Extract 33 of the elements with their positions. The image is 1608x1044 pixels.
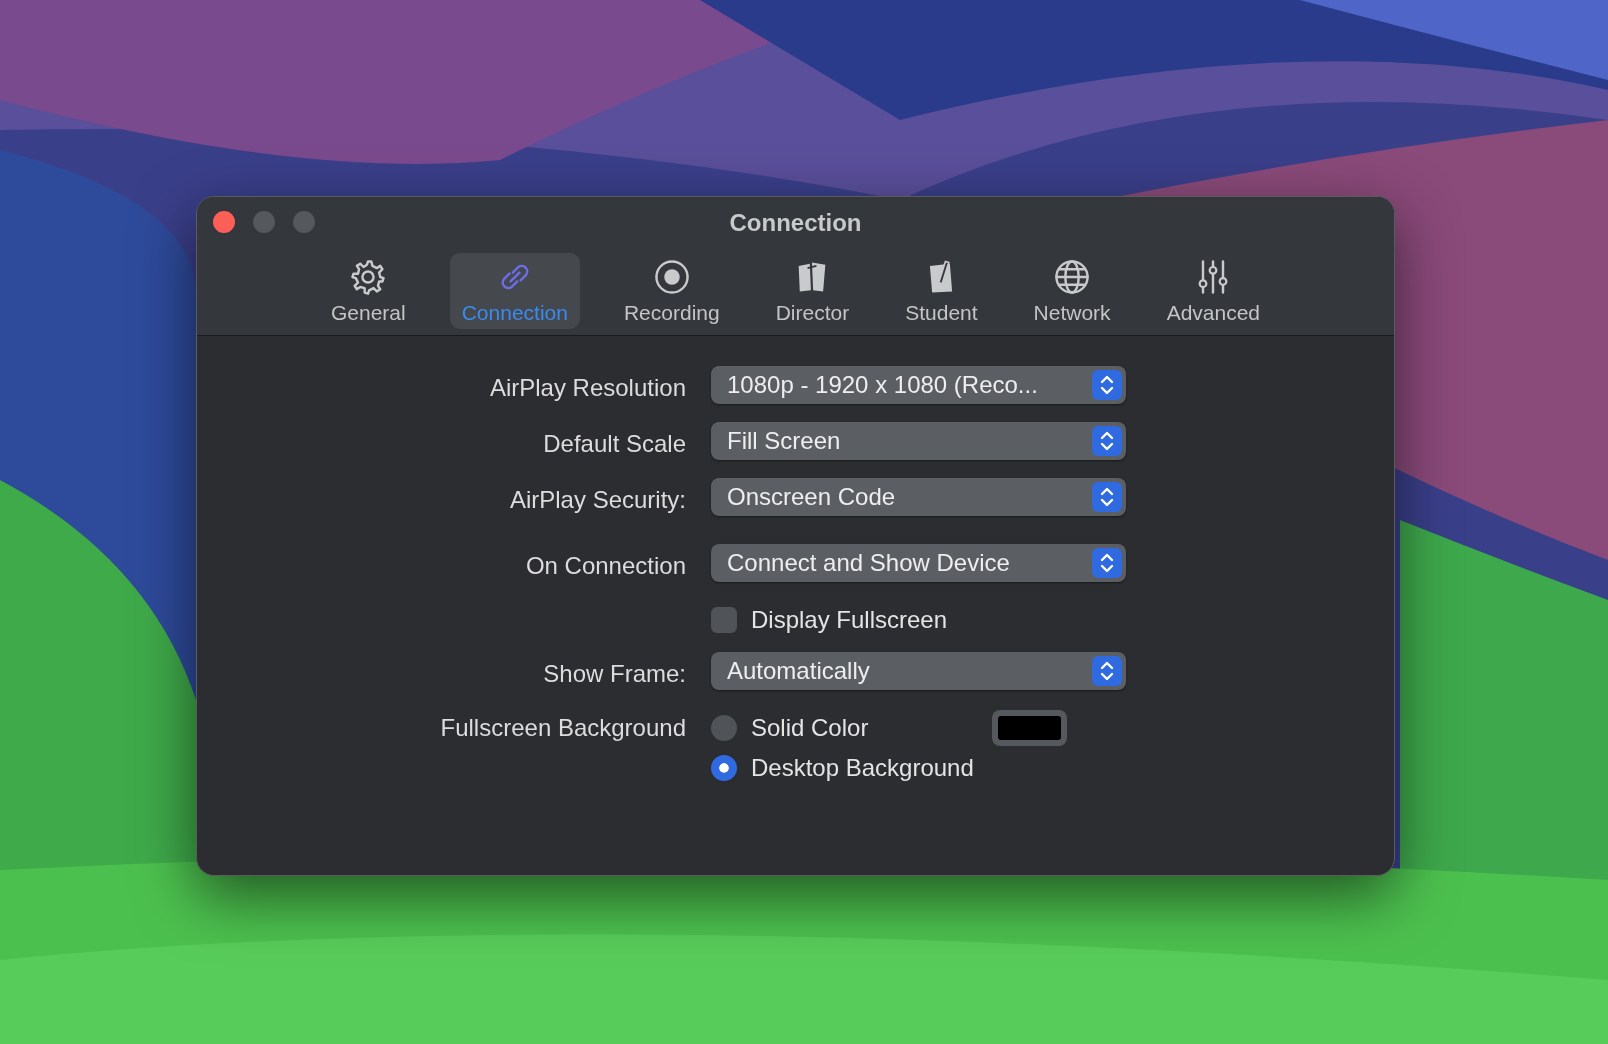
popup-button[interactable]: Automatically (711, 652, 1126, 690)
stepper-icon (1092, 482, 1122, 512)
field-label: AirPlay Security: (509, 486, 686, 514)
window-title: Connection (729, 209, 862, 237)
radio-button[interactable] (711, 715, 737, 741)
popup-button[interactable]: Fill Screen (711, 422, 1126, 460)
field-label: On Connection (525, 552, 686, 580)
toolbar-tab[interactable]: Director (763, 253, 862, 329)
field-label: Default Scale (543, 430, 686, 458)
popup-button[interactable]: Onscreen Code (711, 478, 1126, 516)
toolbar-tab[interactable]: General (318, 253, 418, 329)
stepper-icon (1092, 370, 1122, 400)
popup-button[interactable]: Connect and Show Device (711, 544, 1126, 582)
field-label: AirPlay Resolution (489, 374, 686, 402)
close-button[interactable] (213, 211, 235, 233)
field-label: Fullscreen Background (440, 714, 686, 742)
toolbar-tab[interactable]: Recording (611, 253, 732, 329)
toolbar-tab[interactable]: Network (1021, 253, 1123, 329)
zoom-button[interactable] (293, 211, 315, 233)
field-label: Show Frame: (543, 660, 686, 688)
checkbox[interactable] (711, 607, 737, 633)
radio-label: Desktop Background (751, 754, 974, 782)
stepper-icon (1092, 548, 1122, 578)
toolbar-tab[interactable]: Student (893, 253, 990, 329)
checkbox-label: Display Fullscreen (751, 606, 948, 634)
toolbar-tab[interactable]: Advanced (1154, 253, 1273, 329)
color-well[interactable] (992, 710, 1068, 746)
minimize-button[interactable] (253, 211, 275, 233)
radio-label: Solid Color (751, 714, 869, 742)
stepper-icon (1092, 656, 1122, 686)
radio-button[interactable] (711, 755, 737, 781)
stepper-icon (1092, 426, 1122, 456)
popup-button[interactable]: 1080p - 1920 x 1080 (Reco... (711, 366, 1126, 404)
